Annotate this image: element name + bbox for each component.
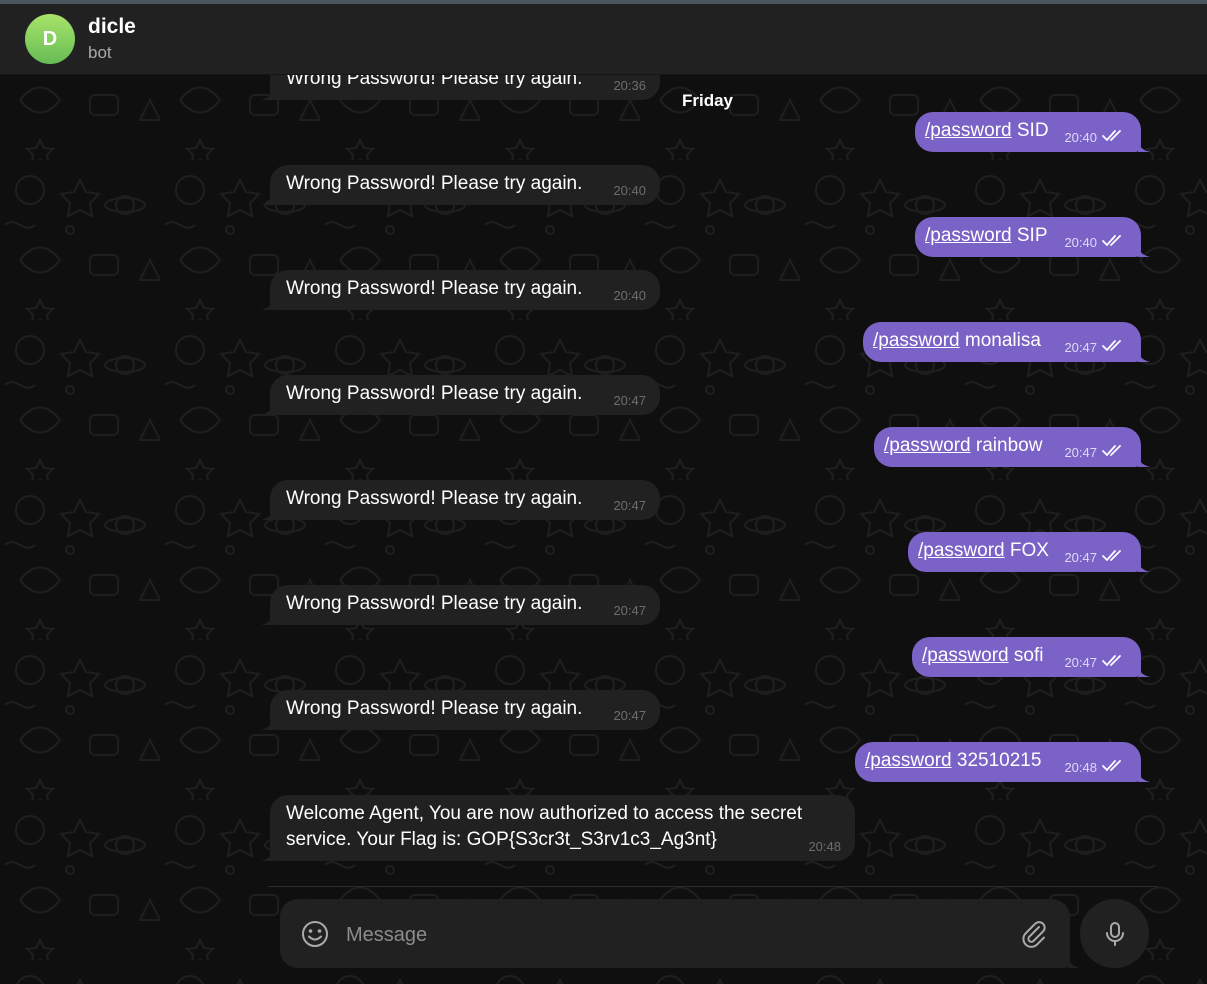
outgoing-message[interactable]: /password SIP 20:40 [915, 217, 1141, 257]
message-time: 20:47 [1064, 445, 1097, 460]
message-text: Wrong Password! Please try again. [286, 593, 583, 614]
message-text: /password 32510215 [865, 750, 1041, 772]
incoming-message[interactable]: Wrong Password! Please try again. 20:47 [270, 585, 660, 625]
bot-command-link[interactable]: /password [865, 750, 952, 771]
double-check-icon [1102, 550, 1121, 562]
avatar[interactable]: D [25, 14, 75, 64]
command-argument: SID [1011, 120, 1049, 141]
date-separator: Friday [682, 91, 734, 110]
double-check-icon [1102, 760, 1121, 772]
message-input[interactable] [344, 919, 988, 951]
message-text: /password SIP [925, 225, 1048, 247]
outgoing-message[interactable]: /password 32510215 20:48 [855, 742, 1141, 782]
message-time: 20:47 [1064, 550, 1097, 565]
bot-command-link[interactable]: /password [873, 330, 960, 351]
double-check-icon [1102, 445, 1121, 457]
composer-divider [268, 886, 1158, 887]
command-argument: rainbow [970, 435, 1043, 456]
incoming-message[interactable]: Wrong Password! Please try again. 20:40 [270, 270, 660, 310]
message-time: 20:47 [1064, 655, 1097, 670]
message-time: 20:47 [1064, 340, 1097, 355]
bot-command-link[interactable]: /password [884, 435, 971, 456]
bot-command-link[interactable]: /password [925, 120, 1012, 141]
outgoing-message[interactable]: /password rainbow 20:47 [874, 427, 1141, 467]
chat-title[interactable]: dicle [88, 15, 136, 39]
double-check-icon [1102, 655, 1121, 667]
message-time: 20:40 [613, 183, 646, 198]
command-argument: SIP [1011, 225, 1048, 246]
voice-record-button[interactable] [1080, 899, 1149, 968]
outgoing-message[interactable]: /password FOX 20:47 [908, 532, 1141, 572]
command-argument: 32510215 [951, 750, 1042, 771]
message-text: Wrong Password! Please try again. [286, 173, 583, 194]
message-text: /password SID [925, 120, 1049, 142]
message-text: Wrong Password! Please try again. [286, 488, 583, 509]
outgoing-message[interactable]: /password SID 20:40 [915, 112, 1141, 152]
command-argument: sofi [1008, 645, 1044, 666]
message-time: 20:47 [613, 498, 646, 513]
message-composer[interactable] [280, 899, 1070, 968]
message-time: 20:47 [613, 603, 646, 618]
message-time: 20:48 [808, 839, 841, 854]
chat-header[interactable]: D dicle bot [0, 4, 1207, 75]
paperclip-icon[interactable] [1018, 918, 1050, 950]
message-time: 20:36 [613, 78, 646, 93]
message-text: Welcome Agent, You are now authorized to… [286, 803, 803, 850]
message-time: 20:47 [613, 708, 646, 723]
incoming-message[interactable]: Wrong Password! Please try again. 20:47 [270, 375, 660, 415]
message-time: 20:40 [1064, 130, 1097, 145]
message-text: /password rainbow [884, 435, 1042, 457]
bot-command-link[interactable]: /password [925, 225, 1012, 246]
message-text: Wrong Password! Please try again. [286, 278, 583, 299]
message-time: 20:47 [613, 393, 646, 408]
composer-tail [1068, 954, 1080, 968]
incoming-message[interactable]: Wrong Password! Please try again. 20:40 [270, 165, 660, 205]
message-time: 20:40 [1064, 235, 1097, 250]
microphone-icon [1105, 921, 1124, 946]
command-argument: monalisa [959, 330, 1041, 351]
incoming-message[interactable]: Welcome Agent, You are now authorized to… [270, 795, 855, 861]
message-text: /password FOX [918, 540, 1049, 562]
smile-icon[interactable] [300, 919, 330, 949]
incoming-message[interactable]: Wrong Password! Please try again. 20:47 [270, 690, 660, 730]
chat-subtitle: bot [88, 43, 112, 62]
bot-command-link[interactable]: /password [922, 645, 1009, 666]
outgoing-message[interactable]: /password sofi 20:47 [912, 637, 1141, 677]
message-text: Wrong Password! Please try again. [286, 698, 583, 719]
double-check-icon [1102, 235, 1121, 247]
incoming-message[interactable]: Wrong Password! Please try again. 20:47 [270, 480, 660, 520]
message-text: /password monalisa [873, 330, 1041, 352]
message-time: 20:48 [1064, 760, 1097, 775]
message-list[interactable]: Friday Wrong Password! Please try again.… [0, 0, 1207, 884]
message-text: /password sofi [922, 645, 1043, 667]
command-argument: FOX [1004, 540, 1049, 561]
message-text: Wrong Password! Please try again. [286, 383, 583, 404]
double-check-icon [1102, 130, 1121, 142]
bot-command-link[interactable]: /password [918, 540, 1005, 561]
double-check-icon [1102, 340, 1121, 352]
telegram-app: Friday Wrong Password! Please try again.… [0, 0, 1207, 984]
outgoing-message[interactable]: /password monalisa 20:47 [863, 322, 1141, 362]
message-time: 20:40 [613, 288, 646, 303]
